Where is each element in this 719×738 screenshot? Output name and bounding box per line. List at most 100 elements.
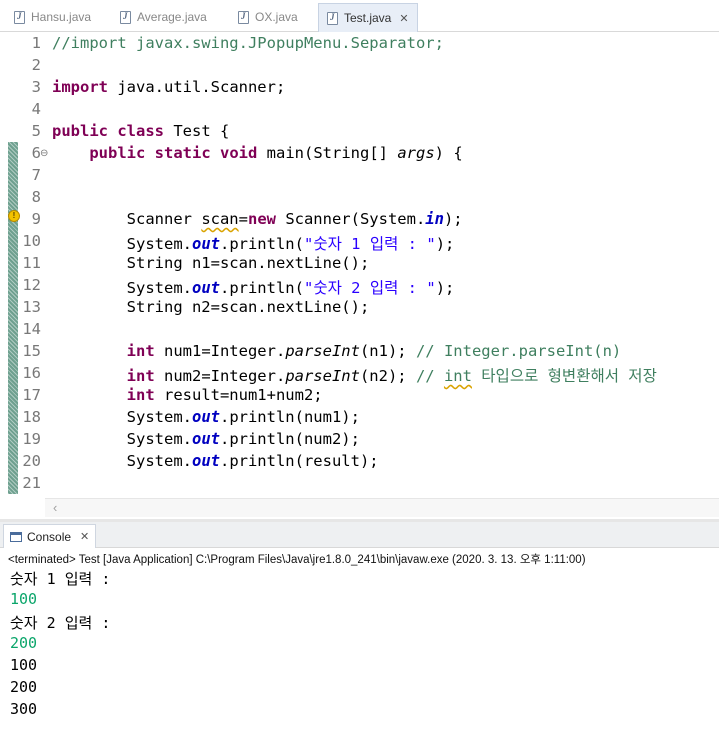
java-file-icon <box>327 11 338 25</box>
code-token: num1=Integer. <box>154 342 286 360</box>
tab-console[interactable]: Console ✕ <box>3 524 97 548</box>
code-token: int <box>126 342 155 360</box>
code-token: System. <box>52 408 192 426</box>
line-number: 3 <box>31 78 41 96</box>
code-token: ) { <box>434 144 463 162</box>
line-number: 7 <box>31 166 41 184</box>
code-line: int num2=Integer.parseInt(n2); // int 타입… <box>52 364 657 386</box>
line-number: 20 <box>22 452 41 470</box>
code-token: static <box>154 144 211 162</box>
code-token: System. <box>52 235 192 253</box>
code-token: scan <box>201 210 239 228</box>
scroll-left-icon[interactable]: ‹ <box>53 500 57 515</box>
console-tab-bar: Console ✕ <box>0 522 719 548</box>
console-output-line: 숫자 2 입력 : <box>10 614 111 632</box>
code-token: class <box>117 122 165 140</box>
tab-hansu-java[interactable]: Hansu.java <box>14 4 91 30</box>
line-number: 4 <box>31 100 41 118</box>
tab-average-java[interactable]: Average.java <box>120 4 207 30</box>
code-token: new <box>247 210 276 228</box>
code-editor[interactable]: ⊖ ! 1//import javax.swing.JPopupMenu.Sep… <box>0 32 719 519</box>
console-input-line: 100 <box>10 590 38 608</box>
tab-label: Hansu.java <box>31 10 92 24</box>
code-token: .println(num1); <box>219 408 360 426</box>
code-line: String n2=scan.nextLine(); <box>52 298 370 316</box>
code-line: Scanner scan=new Scanner(System.in); <box>52 210 463 228</box>
line-number: 5 <box>31 122 41 140</box>
code-token: void <box>220 144 258 162</box>
code-token: //import javax.swing.JPopupMenu.Separato… <box>52 34 444 52</box>
code-token: num2=Integer. <box>154 367 286 385</box>
code-line: System.out.println("숫자 1 입력 : "); <box>52 232 455 254</box>
line-number: 16 <box>22 364 41 382</box>
code-line: System.out.println(num1); <box>52 408 360 426</box>
code-token: (n1); <box>359 342 416 360</box>
horizontal-scrollbar[interactable]: ‹ <box>45 498 719 517</box>
console-status: <terminated> Test [Java Application] C:\… <box>8 554 586 566</box>
code-line: //import javax.swing.JPopupMenu.Separato… <box>52 34 444 52</box>
code-token: out <box>191 279 220 297</box>
code-token: ); <box>435 235 455 253</box>
tab-label: Average.java <box>137 10 207 24</box>
code-token: Scanner(System. <box>275 210 426 228</box>
line-number: 14 <box>22 320 41 338</box>
code-token: "숫자 1 입력 : " <box>303 235 436 253</box>
code-token: 타입으로 형변환해서 저장 <box>471 367 657 385</box>
console-tab-label: Console <box>27 529 72 544</box>
tab-label: OX.java <box>255 10 298 24</box>
code-token: public <box>89 144 146 162</box>
tab-test-java[interactable]: Test.java ✕ <box>318 3 418 32</box>
line-number: 10 <box>22 232 41 250</box>
code-line: String n1=scan.nextLine(); <box>52 254 370 272</box>
code-token: int <box>126 386 155 404</box>
line-number: 13 <box>22 298 41 316</box>
console-icon <box>10 531 22 542</box>
line-number: 6 <box>31 144 41 162</box>
code-token: java.util.Scanner; <box>108 78 286 96</box>
java-file-icon <box>238 10 249 24</box>
java-file-icon <box>120 10 131 24</box>
console-output-line: 300 <box>10 700 38 718</box>
tab-ox-java[interactable]: OX.java <box>238 4 298 30</box>
code-token: out <box>191 452 220 470</box>
code-token: main(String[] <box>257 144 398 162</box>
code-token: Test { <box>164 122 230 140</box>
code-token: result=num1+num2; <box>154 386 323 404</box>
collapse-icon[interactable]: ⊖ <box>40 148 48 159</box>
code-token: ); <box>435 279 455 297</box>
line-number: 19 <box>22 430 41 448</box>
code-token: "숫자 2 입력 : " <box>303 279 436 297</box>
code-token: // Integer.parseInt(n) <box>415 342 622 360</box>
editor-tab-bar: Hansu.java Average.java OX.java Test.jav… <box>0 0 719 32</box>
console-input-line: 200 <box>10 634 38 652</box>
line-number: 11 <box>22 254 41 272</box>
code-token: ); <box>443 210 463 228</box>
code-token: .println( <box>219 279 304 297</box>
code-token: parseInt <box>285 367 360 385</box>
code-token: String n2=scan.nextLine(); <box>52 298 370 316</box>
code-token: int <box>126 367 155 385</box>
line-number: 8 <box>31 188 41 206</box>
code-token: args <box>397 144 435 162</box>
close-icon[interactable]: ✕ <box>399 12 408 25</box>
line-number: 2 <box>31 56 41 74</box>
code-line: System.out.println(num2); <box>52 430 360 448</box>
tab-label: Test.java <box>344 11 392 25</box>
line-number: 12 <box>22 276 41 294</box>
close-icon[interactable]: ✕ <box>80 530 89 543</box>
code-token: System. <box>52 279 192 297</box>
line-number: 18 <box>22 408 41 426</box>
code-token: (n2); <box>359 367 416 385</box>
line-number: 1 <box>31 34 41 52</box>
code-token: out <box>191 408 220 426</box>
code-token: public <box>52 122 108 140</box>
line-number: 15 <box>22 342 41 360</box>
code-line: int result=num1+num2; <box>52 386 323 404</box>
code-token: int <box>443 367 472 385</box>
code-token: .println(result); <box>219 452 379 470</box>
